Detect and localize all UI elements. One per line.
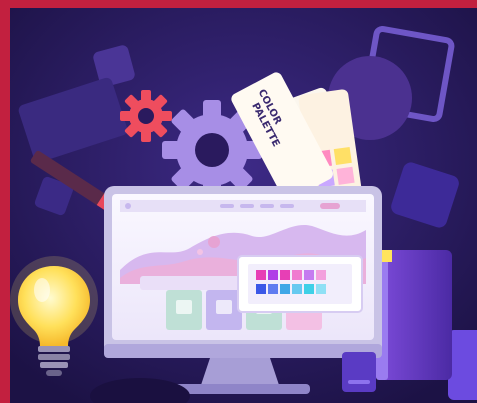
book-stack [376, 250, 452, 380]
design-illustration: COLOR PALETTE [0, 0, 477, 403]
illustration-canvas: COLOR PALETTE [0, 0, 477, 403]
gear-icon [120, 90, 172, 142]
swatch-card [237, 255, 363, 313]
